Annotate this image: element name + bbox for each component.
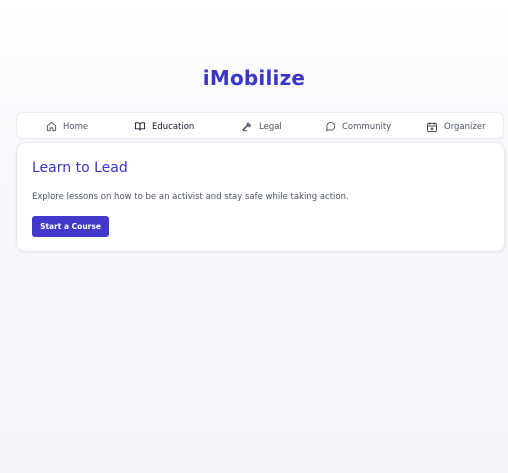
nav-item-education[interactable]: Education xyxy=(134,113,194,140)
nav-item-label: Organizer xyxy=(444,121,486,132)
nav-item-legal[interactable]: Legal xyxy=(241,113,282,140)
nav-item-home[interactable]: Home xyxy=(46,113,88,140)
nav-item-label: Legal xyxy=(259,121,282,132)
card-description: Explore lessons on how to be an activist… xyxy=(32,192,349,202)
chat-bubble-icon xyxy=(325,121,336,132)
home-icon xyxy=(46,121,57,132)
nav-item-label: Home xyxy=(63,121,89,132)
learn-to-lead-card: Learn to Lead Explore lessons on how to … xyxy=(16,142,505,252)
card-title: Learn to Lead xyxy=(32,160,128,176)
gavel-icon xyxy=(241,121,253,132)
book-icon xyxy=(134,121,146,132)
nav-item-label: Community xyxy=(342,121,392,132)
calendar-plus-icon xyxy=(426,121,438,133)
nav-item-community[interactable]: Community xyxy=(325,113,391,140)
nav-item-label: Education xyxy=(152,121,195,132)
app-title: iMobilize xyxy=(202,66,306,90)
start-course-button[interactable]: Start a Course xyxy=(32,216,109,237)
nav-item-organizer[interactable]: Organizer xyxy=(426,113,486,140)
main-navigation: Home Education Legal Community Organizer xyxy=(16,112,504,139)
